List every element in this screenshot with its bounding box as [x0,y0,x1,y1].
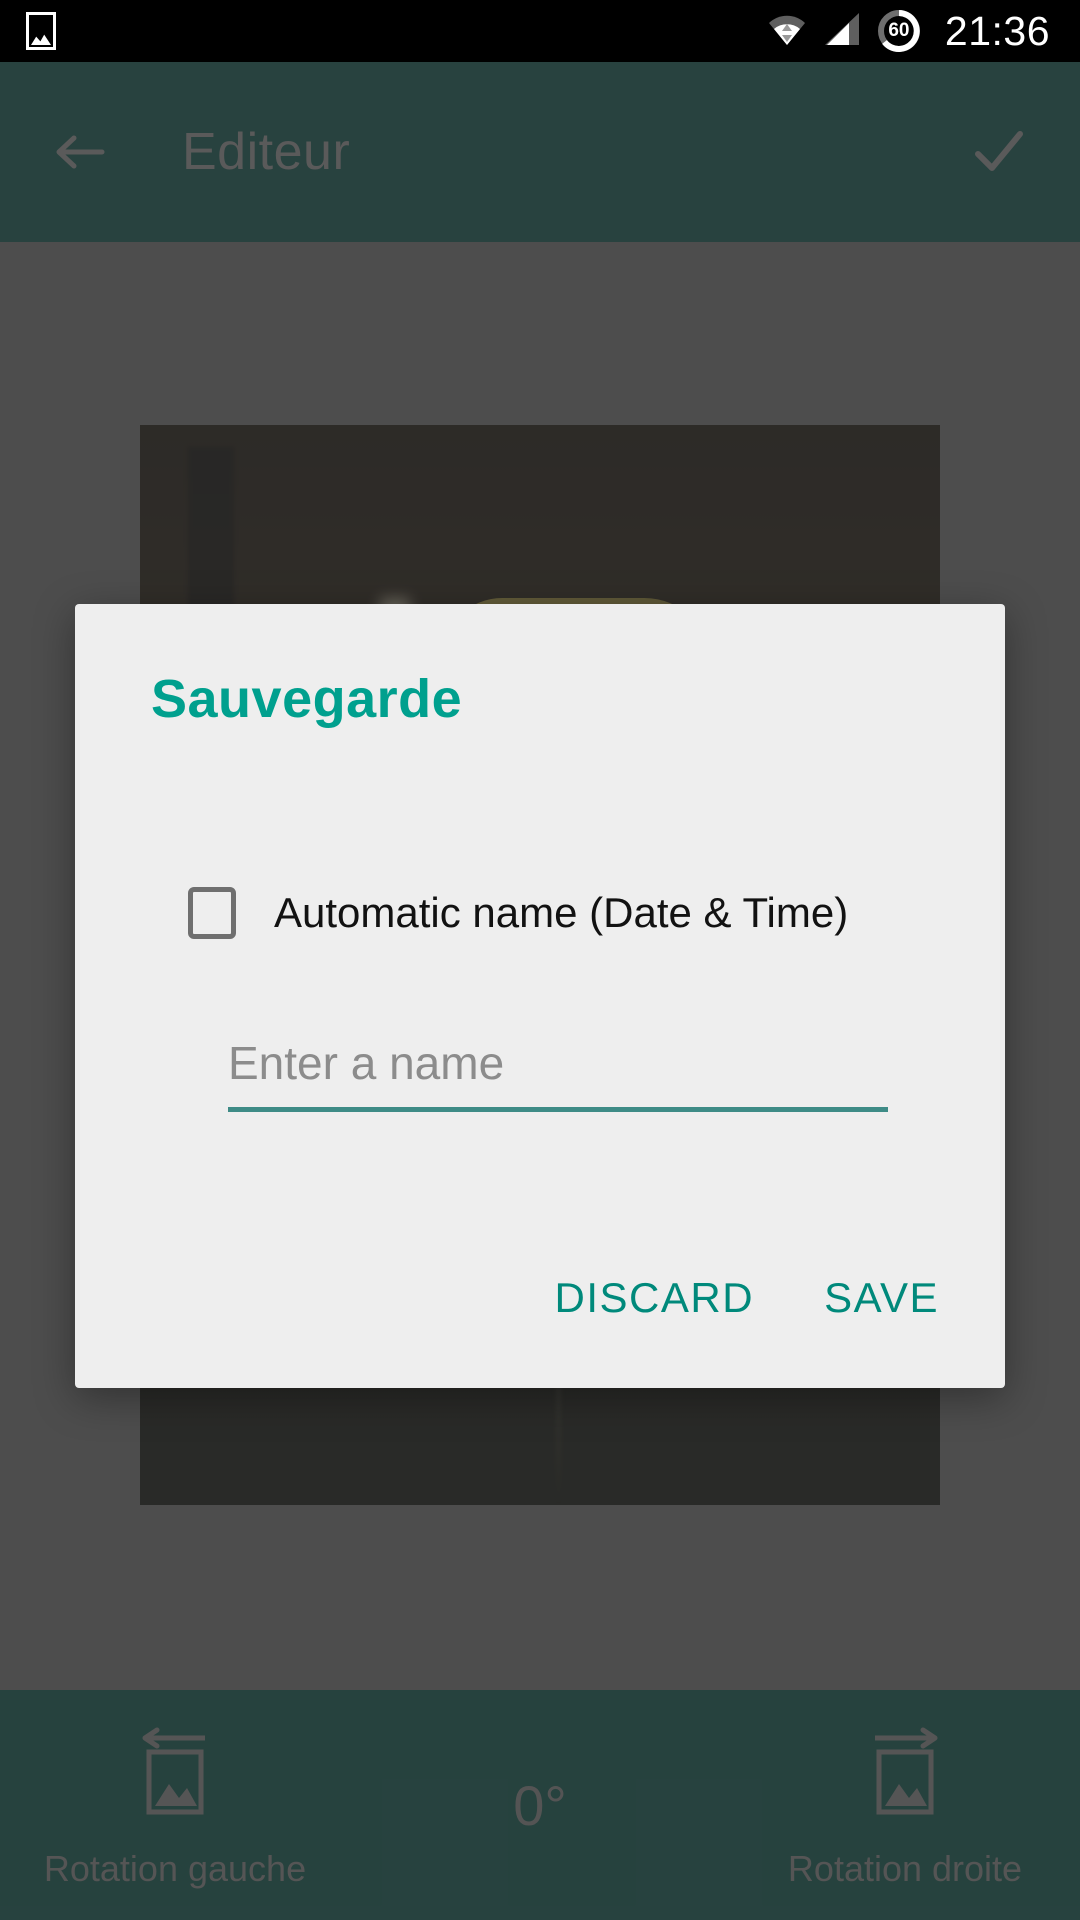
app-screen: Rotation gauche 0° Rotation droite [0,0,1080,1920]
name-field-wrapper [188,1036,888,1112]
save-dialog: Sauvegarde Automatic name (Date & Time) … [75,604,1005,1388]
signal-icon [823,11,861,52]
status-bar-notifications [0,12,56,50]
clock: 21:36 [944,7,1050,54]
automatic-name-row[interactable]: Automatic name (Date & Time) [188,887,848,939]
name-input-underline [228,1107,888,1112]
dialog-actions: DISCARD SAVE [533,1260,961,1336]
battery-icon: 60 [877,9,921,53]
photo-icon [26,12,56,50]
name-input[interactable] [188,1036,888,1112]
wifi-icon [767,11,807,52]
automatic-name-label: Automatic name (Date & Time) [274,889,849,936]
status-bar-system: 60 21:36 [767,9,1080,53]
automatic-name-checkbox[interactable] [188,887,236,939]
discard-button[interactable]: DISCARD [533,1260,777,1336]
status-bar: 60 21:36 [0,0,1080,62]
dialog-title: Sauvegarde [151,669,463,729]
save-button[interactable]: SAVE [802,1260,961,1336]
battery-level: 60 [888,20,910,41]
